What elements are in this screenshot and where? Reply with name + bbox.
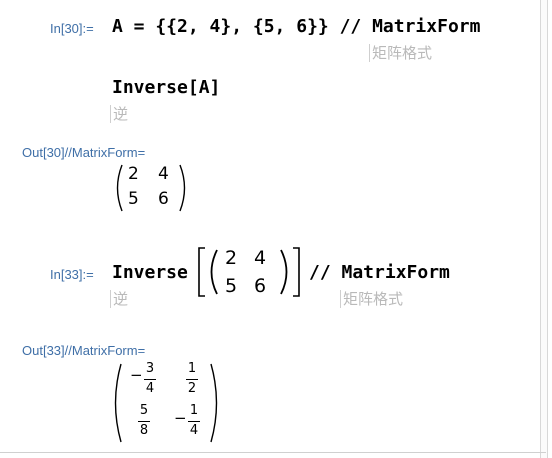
fraction-numerator: 1 <box>189 403 199 418</box>
input-code-func[interactable]: Inverse <box>112 262 188 283</box>
autocomplete-hint-inverse: 逆 <box>110 290 128 308</box>
fraction-numerator: 1 <box>187 361 197 376</box>
cell-bracket-rail[interactable] <box>540 0 548 458</box>
output-matrix-33-parens <box>114 363 218 443</box>
fraction-denominator: 4 <box>189 423 199 438</box>
cell-insertion-line[interactable] <box>0 452 546 453</box>
matrix-cell: 4 <box>158 164 169 184</box>
input-code-line-assign[interactable]: A = {{2, 4}, {5, 6}} // MatrixForm <box>112 16 480 37</box>
matrix-cell[interactable]: 5 <box>225 275 237 297</box>
matrix-cell: 5 <box>128 189 139 209</box>
output-label-33: Out[33]//MatrixForm= <box>22 343 146 358</box>
output-matrix-30-parens <box>116 164 186 212</box>
fraction-denominator: 2 <box>187 381 197 396</box>
input-label-33: In[33]:= <box>50 267 94 282</box>
fraction-bar <box>144 379 156 380</box>
input-matrix-brackets <box>198 247 300 297</box>
matrix-cell[interactable]: 6 <box>254 275 266 297</box>
fraction-denominator: 8 <box>139 423 149 438</box>
fraction-sign: − <box>174 409 187 427</box>
autocomplete-hint-matrixform: 矩阵格式 <box>340 290 403 308</box>
fraction-sign: − <box>130 366 143 384</box>
autocomplete-hint-inverse: 逆 <box>110 105 128 123</box>
input-label-30: In[30]:= <box>50 21 94 36</box>
matrix-cell[interactable]: 4 <box>254 247 266 269</box>
matrix-cell: 6 <box>158 189 169 209</box>
fraction-denominator: 4 <box>145 381 155 396</box>
autocomplete-hint-matrixform: 矩阵格式 <box>369 44 432 62</box>
matrix-cell[interactable]: 2 <box>225 247 237 269</box>
output-label-30: Out[30]//MatrixForm= <box>22 145 146 160</box>
fraction-bar <box>186 379 198 380</box>
input-code-line-inverse[interactable]: Inverse[A] <box>112 77 220 98</box>
fraction-bar <box>188 421 200 422</box>
fraction-numerator: 5 <box>139 403 149 418</box>
fraction-bar <box>138 421 150 422</box>
fraction-numerator: 3 <box>145 361 155 376</box>
matrix-cell: 2 <box>128 164 139 184</box>
input-code-suffix[interactable]: // MatrixForm <box>309 262 450 283</box>
